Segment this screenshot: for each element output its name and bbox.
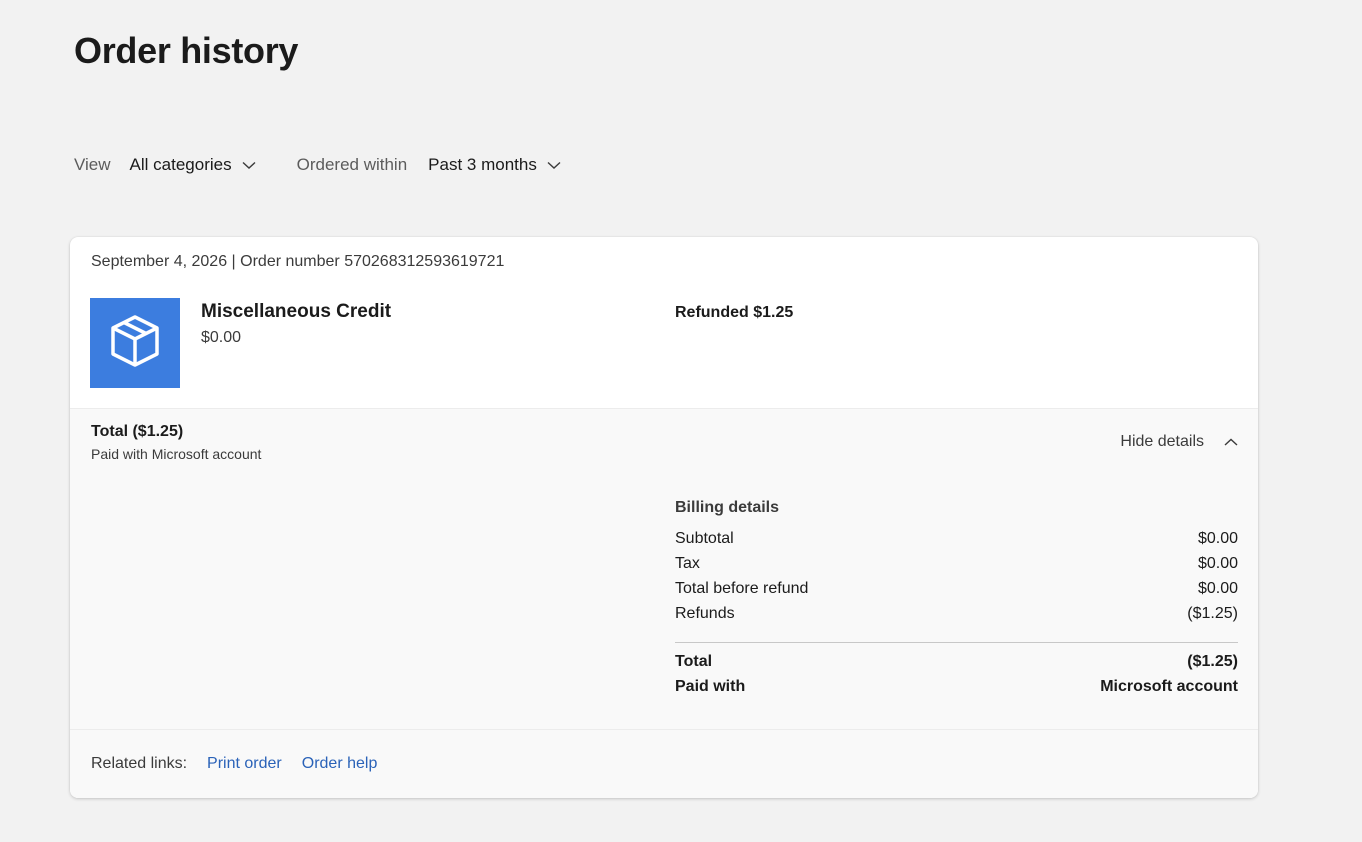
- related-links-label: Related links:: [91, 755, 188, 772]
- billing-paid-with-value: Microsoft account: [1100, 678, 1238, 695]
- filter-bar: View All categories Ordered within Past …: [74, 152, 561, 178]
- order-history-page: Order history View All categories Ordere…: [0, 0, 1362, 842]
- order-total: Total ($1.25): [91, 423, 184, 440]
- payment-method-note: Paid with Microsoft account: [91, 446, 262, 462]
- order-number: 570268312593619721: [344, 253, 505, 270]
- order-card: September 4, 2026 | Order number 5702683…: [70, 237, 1258, 798]
- billing-row-tax: Tax $0.00: [675, 554, 1238, 579]
- billing-heading: Billing details: [675, 499, 780, 516]
- order-details: Billing details Subtotal $0.00 Tax $0.00…: [70, 475, 1258, 729]
- order-help-link[interactable]: Order help: [302, 755, 378, 773]
- product-name[interactable]: Miscellaneous Credit: [201, 301, 391, 323]
- billing-total-label: Total: [675, 653, 713, 670]
- category-dropdown-value: All categories: [129, 155, 232, 174]
- product-image[interactable]: [90, 298, 180, 388]
- chevron-down-icon: [242, 160, 256, 170]
- billing-row-label: Refunds: [675, 605, 735, 622]
- billing-row-value: ($1.25): [1187, 605, 1238, 622]
- related-links-row: Related links: Print order Order help: [91, 755, 377, 773]
- billing-row-label: Total before refund: [675, 580, 809, 597]
- page-title: Order history: [74, 30, 299, 71]
- chevron-up-icon: [1224, 437, 1238, 447]
- box-icon: [108, 313, 162, 374]
- view-label: View: [74, 155, 111, 174]
- billing-row-label: Subtotal: [675, 530, 734, 547]
- print-order-link[interactable]: Print order: [207, 755, 282, 773]
- order-summary: Total ($1.25) Paid with Microsoft accoun…: [70, 408, 1258, 476]
- ordered-within-label: Ordered within: [296, 155, 408, 174]
- order-number-label: Order number: [240, 253, 340, 270]
- billing-row-value: $0.00: [1197, 530, 1238, 547]
- time-range-dropdown[interactable]: Past 3 months: [428, 155, 561, 175]
- billing-row-value: $0.00: [1197, 580, 1238, 597]
- billing-row-value: $0.00: [1197, 555, 1238, 572]
- order-meta: September 4, 2026 | Order number 5702683…: [91, 253, 504, 271]
- chevron-down-icon: [547, 160, 561, 170]
- time-range-dropdown-value: Past 3 months: [428, 155, 537, 174]
- billing-row-subtotal: Subtotal $0.00: [675, 529, 1238, 554]
- billing-row-total-before-refund: Total before refund $0.00: [675, 579, 1238, 604]
- category-dropdown[interactable]: All categories: [130, 155, 256, 175]
- billing-details: Billing details Subtotal $0.00 Tax $0.00…: [675, 499, 1238, 702]
- product-price: $0.00: [201, 329, 242, 346]
- billing-row-paid-with: Paid with Microsoft account: [675, 677, 1238, 702]
- hide-details-label: Hide details: [1120, 433, 1204, 450]
- related-links: Related links: Print order Order help: [70, 729, 1258, 798]
- billing-row-refunds: Refunds ($1.25): [675, 604, 1238, 629]
- billing-paid-with-label: Paid with: [675, 678, 746, 695]
- billing-row-label: Tax: [675, 555, 700, 572]
- order-status: Refunded $1.25: [675, 304, 794, 321]
- billing-row-total: Total ($1.25): [675, 652, 1238, 677]
- billing-total-value: ($1.25): [1187, 653, 1238, 670]
- order-meta-separator: |: [231, 253, 236, 270]
- billing-divider: [675, 642, 1238, 643]
- hide-details-button[interactable]: Hide details: [1120, 433, 1238, 451]
- order-date: September 4, 2026: [91, 253, 228, 270]
